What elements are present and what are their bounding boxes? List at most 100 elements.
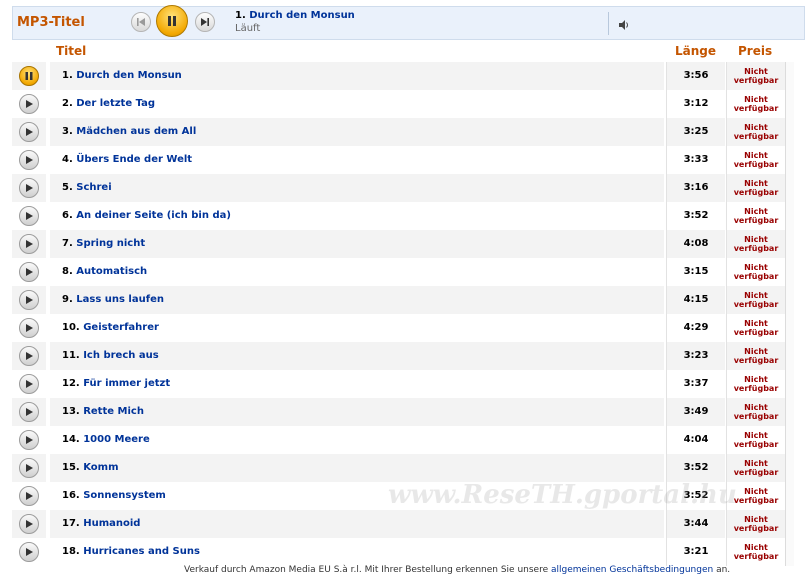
play-track-button[interactable] bbox=[19, 346, 39, 366]
track-button-cell bbox=[12, 482, 46, 510]
track-title-link[interactable]: Der letzte Tag bbox=[76, 98, 155, 109]
track-length: 3:12 bbox=[666, 90, 725, 118]
section-title: MP3-Titel bbox=[17, 15, 85, 30]
play-icon bbox=[26, 436, 33, 444]
track-number: 4. bbox=[62, 154, 73, 165]
price-status: Nicht verfügbar bbox=[734, 151, 779, 169]
track-number: 6. bbox=[62, 210, 73, 221]
track-number: 7. bbox=[62, 238, 73, 249]
track-number: 16. bbox=[62, 490, 80, 501]
pause-track-button[interactable] bbox=[19, 66, 39, 86]
price-status: Nicht verfügbar bbox=[734, 67, 779, 85]
play-icon bbox=[26, 520, 33, 528]
play-track-button[interactable] bbox=[19, 374, 39, 394]
play-icon bbox=[26, 352, 33, 360]
next-track-button[interactable] bbox=[195, 12, 215, 32]
play-icon bbox=[26, 240, 33, 248]
price-status-line-1: Nicht bbox=[744, 515, 768, 524]
track-price: Nicht verfügbar bbox=[726, 118, 785, 146]
play-track-button[interactable] bbox=[19, 290, 39, 310]
track-number: 3. bbox=[62, 126, 73, 137]
track-length: 4:29 bbox=[666, 314, 725, 342]
track-title-link[interactable]: Durch den Monsun bbox=[76, 70, 182, 81]
track-button-cell bbox=[12, 426, 46, 454]
column-header-price[interactable]: Preis bbox=[738, 44, 772, 58]
track-title-link[interactable]: Ich brech aus bbox=[83, 350, 158, 361]
play-track-button[interactable] bbox=[19, 150, 39, 170]
volume-button[interactable] bbox=[618, 16, 630, 35]
track-price: Nicht verfügbar bbox=[726, 258, 785, 286]
track-title-cell: 4. Übers Ende der Welt bbox=[50, 146, 664, 174]
track-number: 5. bbox=[62, 182, 73, 193]
track-title-link[interactable]: Für immer jetzt bbox=[83, 378, 170, 389]
play-icon bbox=[26, 268, 33, 276]
now-playing-title[interactable]: 1. Durch den Monsun bbox=[235, 10, 355, 21]
play-track-button[interactable] bbox=[19, 178, 39, 198]
track-length: 3:56 bbox=[666, 62, 725, 90]
track-row: 1. Durch den Monsun 3:56 Nicht verfügbar bbox=[12, 62, 805, 90]
column-header-title[interactable]: Titel bbox=[56, 44, 86, 58]
play-track-button[interactable] bbox=[19, 206, 39, 226]
track-title-link[interactable]: 1000 Meere bbox=[83, 434, 150, 445]
play-icon bbox=[26, 100, 33, 108]
play-track-button[interactable] bbox=[19, 262, 39, 282]
play-track-button[interactable] bbox=[19, 122, 39, 142]
play-icon bbox=[26, 380, 33, 388]
track-title-link[interactable]: Lass uns laufen bbox=[76, 294, 164, 305]
track-row: 5. Schrei 3:16 Nicht verfügbar bbox=[12, 174, 805, 202]
play-icon bbox=[26, 212, 33, 220]
price-status-line-2: verfügbar bbox=[733, 412, 779, 421]
track-price: Nicht verfügbar bbox=[726, 538, 785, 566]
track-title-link[interactable]: Hurricanes and Suns bbox=[83, 546, 200, 557]
play-track-button[interactable] bbox=[19, 542, 39, 562]
price-status: Nicht verfügbar bbox=[734, 95, 779, 113]
play-track-button[interactable] bbox=[19, 402, 39, 422]
pause-button[interactable] bbox=[156, 5, 188, 37]
track-button-cell bbox=[12, 538, 46, 566]
track-length: 3:33 bbox=[666, 146, 725, 174]
track-title-link[interactable]: Sonnensystem bbox=[83, 490, 166, 501]
track-number: 15. bbox=[62, 462, 80, 473]
scrollbar[interactable] bbox=[785, 62, 794, 566]
price-status: Nicht verfügbar bbox=[734, 459, 779, 477]
play-track-button[interactable] bbox=[19, 458, 39, 478]
price-status-line-1: Nicht bbox=[744, 431, 768, 440]
track-title-cell: 10. Geisterfahrer bbox=[50, 314, 664, 342]
column-header-length[interactable]: Länge bbox=[675, 44, 716, 58]
price-status: Nicht verfügbar bbox=[734, 179, 779, 197]
play-track-button[interactable] bbox=[19, 94, 39, 114]
price-status: Nicht verfügbar bbox=[734, 403, 779, 421]
track-row: 7. Spring nicht 4:08 Nicht verfügbar bbox=[12, 230, 805, 258]
track-title-link[interactable]: Geisterfahrer bbox=[83, 322, 159, 333]
play-track-button[interactable] bbox=[19, 430, 39, 450]
track-title-link[interactable]: Komm bbox=[83, 462, 118, 473]
track-title-cell: 3. Mädchen aus dem All bbox=[50, 118, 664, 146]
track-row: 17. Humanoid 3:44 Nicht verfügbar bbox=[12, 510, 805, 538]
price-status-line-2: verfügbar bbox=[733, 160, 779, 169]
play-track-button[interactable] bbox=[19, 318, 39, 338]
track-title-link[interactable]: An deiner Seite (ich bin da) bbox=[76, 210, 231, 221]
track-price: Nicht verfügbar bbox=[726, 202, 785, 230]
track-button-cell bbox=[12, 342, 46, 370]
track-button-cell bbox=[12, 146, 46, 174]
price-status-line-2: verfügbar bbox=[733, 244, 779, 253]
track-title-link[interactable]: Übers Ende der Welt bbox=[76, 154, 192, 165]
track-title-link[interactable]: Humanoid bbox=[83, 518, 140, 529]
track-title-cell: 5. Schrei bbox=[50, 174, 664, 202]
previous-track-button[interactable] bbox=[131, 12, 151, 32]
track-title-link[interactable]: Schrei bbox=[76, 182, 111, 193]
track-title-link[interactable]: Automatisch bbox=[76, 266, 147, 277]
track-price: Nicht verfügbar bbox=[726, 62, 785, 90]
price-status-line-2: verfügbar bbox=[733, 132, 779, 141]
track-button-cell bbox=[12, 286, 46, 314]
track-title-link[interactable]: Spring nicht bbox=[76, 238, 145, 249]
track-title-link[interactable]: Rette Mich bbox=[83, 406, 144, 417]
play-track-button[interactable] bbox=[19, 486, 39, 506]
price-status-line-1: Nicht bbox=[744, 123, 768, 132]
track-number: 9. bbox=[62, 294, 73, 305]
play-track-button[interactable] bbox=[19, 514, 39, 534]
track-price: Nicht verfügbar bbox=[726, 510, 785, 538]
track-number: 18. bbox=[62, 546, 80, 557]
track-title-link[interactable]: Mädchen aus dem All bbox=[76, 126, 196, 137]
play-track-button[interactable] bbox=[19, 234, 39, 254]
